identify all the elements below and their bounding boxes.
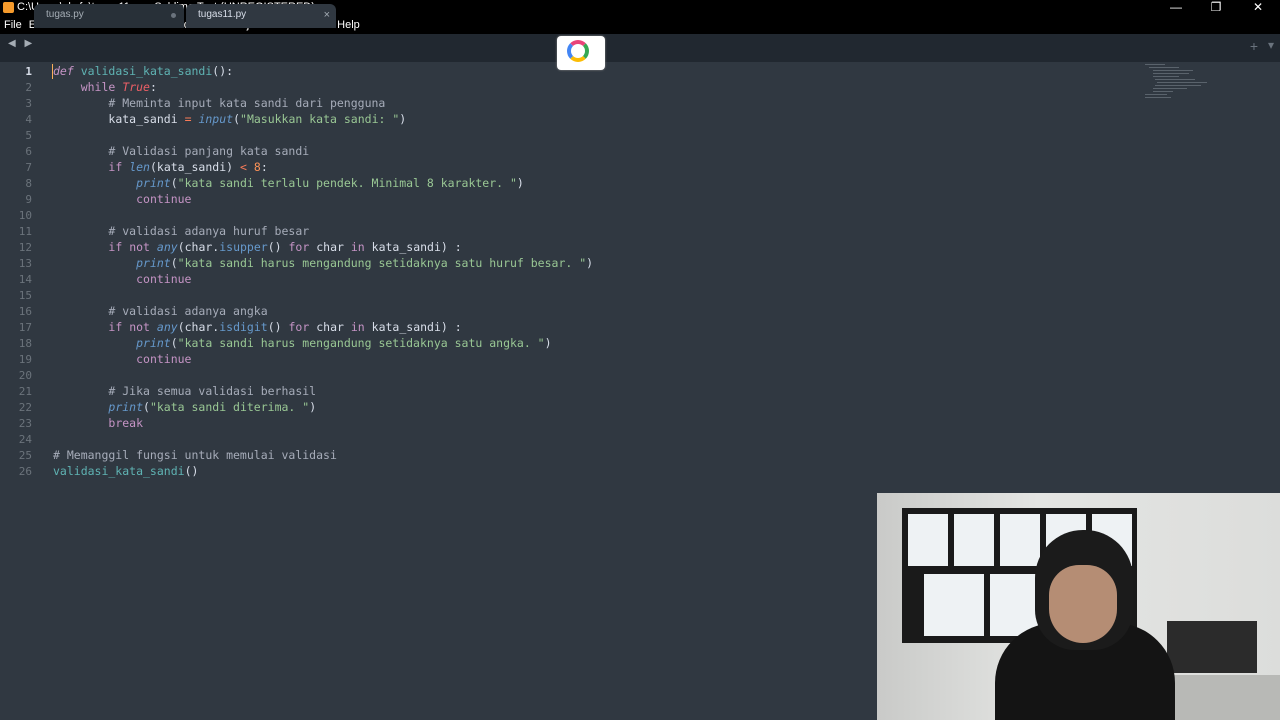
code-line-3: # Meminta input kata sandi dari pengguna	[108, 96, 386, 110]
line-number: 14	[18, 273, 32, 286]
code-line-16: # validasi adanya angka	[108, 304, 268, 318]
code-line-17: if not any(char.isdigit() for char in ka…	[108, 320, 462, 334]
line-number: 5	[25, 129, 32, 142]
restore-button[interactable]: ❐	[1196, 0, 1236, 16]
code-line-26: validasi_kata_sandi()	[53, 464, 199, 478]
tab-menu-chevron-icon[interactable]: ▾	[1268, 38, 1274, 52]
line-number: 23	[18, 417, 32, 430]
vertical-scrollbar[interactable]	[1270, 64, 1280, 494]
tab-tugas11-py[interactable]: tugas11.py ×	[186, 4, 336, 28]
close-button[interactable]: ✕	[1238, 0, 1278, 16]
webcam-person-face	[1049, 565, 1117, 643]
code-line-19: continue	[136, 352, 192, 366]
code-line-6: # Validasi panjang kata sandi	[108, 144, 310, 158]
code-line-8: print("kata sandi terlalu pendek. Minima…	[136, 176, 524, 190]
line-number: 17	[18, 321, 32, 334]
minimap[interactable]	[1145, 64, 1215, 114]
code-line-14: continue	[136, 272, 192, 286]
webcam-monitor	[1167, 621, 1257, 673]
code-line-7: if len(kata_sandi) < 8:	[108, 160, 268, 174]
line-number: 8	[25, 177, 32, 190]
line-number: 24	[18, 433, 32, 446]
code-line-4: kata_sandi = input("Masukkan kata sandi:…	[108, 112, 407, 126]
tab-tugas-py[interactable]: tugas.py	[34, 4, 184, 28]
line-number: 9	[25, 193, 32, 206]
code-line-11: # validasi adanya huruf besar	[108, 224, 310, 238]
sublime-app-icon	[3, 2, 14, 13]
line-number: 16	[18, 305, 32, 318]
tab-bar	[0, 34, 1280, 62]
code-line-13: print("kata sandi harus mengandung setid…	[136, 256, 594, 270]
code-line-12: if not any(char.isupper() for char in ka…	[108, 240, 462, 254]
webcam-desk	[1162, 675, 1280, 720]
line-number: 19	[18, 353, 32, 366]
recorder-logo-icon	[567, 40, 589, 62]
line-number: 21	[18, 385, 32, 398]
minimize-button[interactable]: —	[1156, 0, 1196, 16]
line-number: 18	[18, 337, 32, 350]
code-line-21: # Jika semua validasi berhasil	[108, 384, 317, 398]
tab-label: tugas11.py	[198, 9, 247, 20]
code-line-1: def validasi_kata_sandi():	[53, 64, 234, 78]
line-number: 20	[18, 369, 32, 382]
line-number: 4	[25, 113, 32, 126]
line-number: 11	[18, 225, 32, 238]
code-line-18: print("kata sandi harus mengandung setid…	[136, 336, 552, 350]
tab-label: tugas.py	[46, 9, 84, 20]
line-number: 3	[25, 97, 32, 110]
tab-close-icon[interactable]: ×	[324, 4, 330, 26]
line-number: 13	[18, 257, 32, 270]
line-number: 7	[25, 161, 32, 174]
line-number: 1	[25, 65, 32, 78]
code-line-2: while True:	[80, 80, 157, 94]
code-line-23: break	[108, 416, 144, 430]
menu-file[interactable]: File	[0, 19, 25, 31]
line-number: 12	[18, 241, 32, 254]
tab-nav-arrows-icon[interactable]: ◀ ▶	[8, 38, 35, 49]
new-tab-plus-icon[interactable]: +	[1250, 38, 1258, 54]
code-line-25: # Memanggil fungsi untuk memulai validas…	[53, 448, 337, 462]
line-number: 26	[18, 465, 32, 478]
line-number: 2	[25, 81, 32, 94]
line-number: 6	[25, 145, 32, 158]
line-number: 15	[18, 289, 32, 302]
menu-help[interactable]: Help	[333, 19, 363, 31]
webcam-overlay	[877, 493, 1280, 720]
code-line-22: print("kata sandi diterima. ")	[108, 400, 317, 414]
line-number: 10	[18, 209, 32, 222]
tab-dirty-dot-icon	[171, 13, 176, 18]
line-number: 22	[18, 401, 32, 414]
line-number: 25	[18, 449, 32, 462]
code-line-9: continue	[136, 192, 192, 206]
